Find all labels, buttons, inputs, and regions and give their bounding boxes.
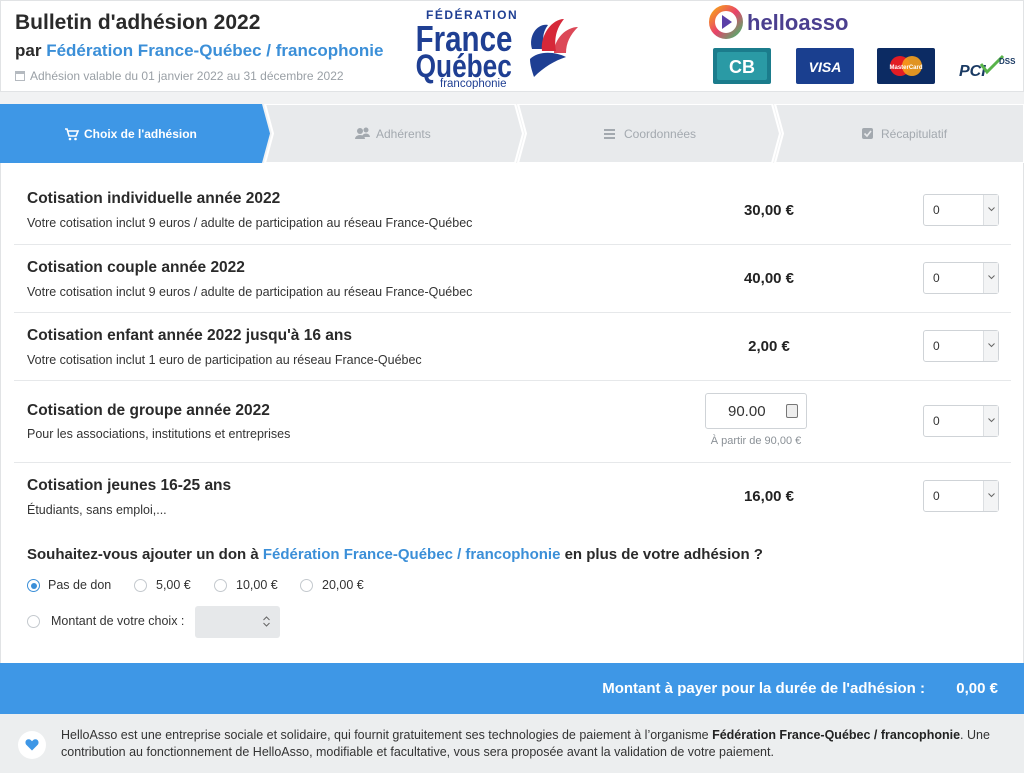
helloasso-notice: HelloAsso est une entreprise sociale et …	[0, 714, 1024, 773]
step-members-label: Adhérents	[376, 127, 431, 141]
check-square-icon	[862, 128, 873, 139]
donation-question-suffix: en plus de votre adhésion ?	[560, 546, 763, 563]
validity-text: Adhésion valable du 01 janvier 2022 au 3…	[30, 69, 344, 83]
svg-text:CB: CB	[729, 57, 755, 77]
notice-text-before: HelloAsso est une entreprise sociale et …	[61, 728, 713, 742]
organizer-line: par Fédération France-Québec / francopho…	[15, 41, 383, 61]
helloasso-logo: helloasso	[709, 5, 848, 39]
donation-option-label[interactable]: 5,00 €	[156, 578, 191, 592]
sort-arrows-icon	[263, 616, 270, 627]
item-title: Cotisation individuelle année 2022	[27, 190, 281, 207]
page-header: Bulletin d'adhésion 2022 par Fédération …	[0, 0, 1024, 92]
org-logo-line4: francophonie	[440, 78, 507, 89]
checkout-steps: Choix de l'adhésion Adhérents Coordonnée…	[0, 104, 1024, 163]
item-description: Votre cotisation inclut 1 euro de partic…	[27, 353, 422, 367]
visa-card-icon: VISA	[796, 48, 854, 84]
membership-form: Cotisation individuelle année 2022 Votre…	[0, 163, 1024, 663]
chevron-down-icon	[983, 263, 998, 293]
payment-logos: CB VISA MasterCard PCI DSS	[713, 48, 1016, 84]
custom-amount-select[interactable]	[195, 606, 280, 638]
mastercard-icon: MasterCard	[877, 48, 935, 84]
donation-option-label[interactable]: Pas de don	[48, 578, 111, 592]
step-choice-label: Choix de l'adhésion	[84, 127, 197, 141]
item-description: Votre cotisation inclut 9 euros / adulte…	[27, 285, 473, 299]
minimum-amount-hint: À partir de 90,00 €	[710, 435, 802, 447]
item-description: Votre cotisation inclut 9 euros / adulte…	[27, 216, 473, 230]
page-title: Bulletin d'adhésion 2022	[15, 11, 261, 34]
chevron-down-icon	[983, 331, 998, 361]
donation-radio-5[interactable]	[134, 579, 147, 592]
heart-icon	[25, 739, 39, 751]
svg-text:DSS: DSS	[999, 57, 1016, 66]
donation-organization-link[interactable]: Fédération France-Québec / francophonie	[263, 546, 561, 563]
validity-period: Adhésion valable du 01 janvier 2022 au 3…	[15, 69, 344, 83]
step-contact-label: Coordonnées	[624, 127, 696, 141]
membership-row: Cotisation de groupe année 2022 Pour les…	[14, 381, 1011, 463]
donation-question-prefix: Souhaitez-vous ajouter un don à	[27, 546, 263, 563]
by-prefix: par	[15, 41, 47, 60]
item-title: Cotisation jeunes 16-25 ans	[27, 477, 232, 494]
quantity-value: 0	[933, 489, 940, 503]
item-price: 2,00 €	[748, 338, 790, 355]
donation-option-label[interactable]: 20,00 €	[322, 578, 364, 592]
list-icon	[604, 129, 615, 139]
quantity-value: 0	[933, 414, 940, 428]
pci-dss-icon: PCI DSS	[959, 54, 1016, 80]
quantity-value: 0	[933, 271, 940, 285]
quantity-select[interactable]: 0	[923, 194, 999, 226]
quantity-value: 0	[933, 203, 940, 217]
notice-organization: Fédération France-Québec / francophonie	[712, 728, 961, 742]
donation-option-label[interactable]: 10,00 €	[236, 578, 278, 592]
svg-text:VISA: VISA	[809, 59, 842, 75]
item-price: 30,00 €	[743, 202, 795, 219]
quantity-select[interactable]: 0	[923, 330, 999, 362]
chevron-down-icon	[983, 406, 998, 436]
item-title: Cotisation enfant année 2022 jusqu'à 16 …	[27, 327, 352, 344]
group-amount-value: 90.00	[728, 403, 766, 420]
brand-name: helloasso	[747, 10, 848, 35]
item-price: 40,00 €	[743, 270, 795, 287]
item-title: Cotisation couple année 2022	[27, 259, 245, 276]
total-label: Montant à payer pour la durée de l'adhés…	[602, 680, 925, 697]
quantity-select[interactable]: 0	[923, 480, 999, 512]
chevron-down-icon	[983, 195, 998, 225]
item-title: Cotisation de groupe année 2022	[27, 402, 270, 419]
step-summary-label: Récapitulatif	[881, 127, 948, 141]
donation-radio-none[interactable]	[27, 579, 40, 592]
quantity-select[interactable]: 0	[923, 405, 999, 437]
organization-link[interactable]: Fédération France-Québec / francophonie	[46, 41, 383, 60]
total-bar: Montant à payer pour la durée de l'adhés…	[0, 663, 1024, 714]
donation-radio-custom[interactable]	[27, 615, 40, 628]
item-description: Étudiants, sans emploi,...	[27, 503, 167, 517]
svg-text:MasterCard: MasterCard	[889, 65, 922, 71]
quantity-select[interactable]: 0	[923, 262, 999, 294]
membership-row: Cotisation enfant année 2022 jusqu'à 16 …	[14, 313, 1011, 381]
chevron-down-icon	[983, 481, 998, 511]
total-amount: 0,00 €	[956, 680, 998, 697]
group-amount-input[interactable]: 90.00	[705, 393, 807, 429]
donation-radio-20[interactable]	[300, 579, 313, 592]
membership-row: Cotisation jeunes 16-25 ans Étudiants, s…	[14, 463, 1011, 529]
cb-card-icon: CB	[713, 48, 771, 84]
membership-row: Cotisation couple année 2022 Votre cotis…	[14, 245, 1011, 313]
organization-logo: FÉDÉRATION France Québec francophonie	[416, 7, 578, 89]
heart-bubble	[18, 731, 46, 759]
custom-amount-label: Montant de votre choix :	[51, 614, 185, 628]
quantity-value: 0	[933, 339, 940, 353]
membership-row: Cotisation individuelle année 2022 Votre…	[14, 163, 1011, 245]
item-price: 16,00 €	[743, 488, 795, 505]
notice-text: HelloAsso est une entreprise sociale et …	[61, 727, 1006, 761]
donation-radio-10[interactable]	[214, 579, 227, 592]
item-description: Pour les associations, institutions et e…	[27, 427, 291, 441]
step-choice[interactable]: Choix de l'adhésion	[65, 127, 197, 141]
spinner-icon[interactable]	[786, 404, 798, 418]
calendar-icon	[15, 71, 25, 81]
donation-question: Souhaitez-vous ajouter un don à Fédérati…	[27, 546, 763, 563]
